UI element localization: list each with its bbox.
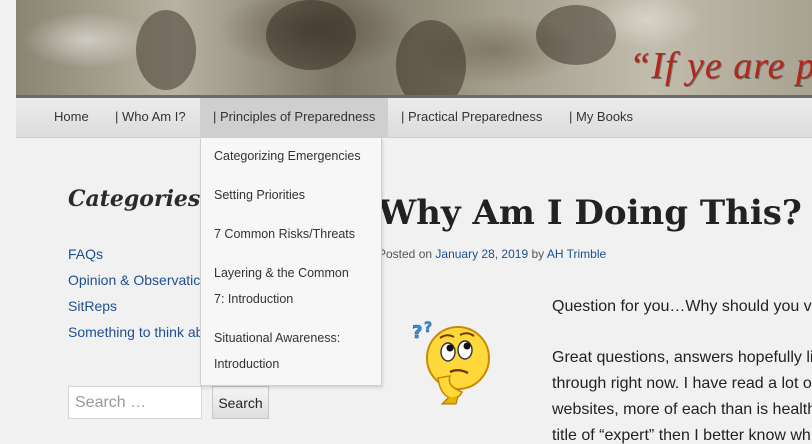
svg-text:?: ? bbox=[412, 322, 422, 343]
thinking-face-icon: ? ? bbox=[410, 316, 492, 406]
post-paragraph-2-line-2: through right now. I have read a lot o bbox=[552, 375, 812, 392]
category-link-something-to-think-about[interactable]: Something to think ab bbox=[68, 324, 200, 340]
nav-my-books[interactable]: | My Books bbox=[569, 98, 633, 138]
nav-principles-of-preparedness[interactable]: | Principles of Preparedness bbox=[200, 98, 388, 138]
dropdown-item-common-risks-threats[interactable]: 7 Common Risks/Threats bbox=[214, 221, 378, 247]
nav-home[interactable]: Home bbox=[54, 98, 89, 138]
principles-dropdown-menu: Categorizing Emergencies Setting Priorit… bbox=[200, 138, 382, 386]
search-input[interactable] bbox=[68, 386, 202, 419]
post-paragraph-1: Question for you…Why should you v bbox=[552, 298, 812, 315]
search-button[interactable]: Search bbox=[212, 386, 269, 419]
header-banner: “If ye are p bbox=[16, 0, 812, 98]
post-paragraph-2-line-3: websites, more of each than is health bbox=[552, 401, 812, 418]
post-title[interactable]: Why Am I Doing This? bbox=[378, 193, 802, 233]
dropdown-item-setting-priorities[interactable]: Setting Priorities bbox=[214, 182, 378, 208]
nav-practical-preparedness[interactable]: | Practical Preparedness bbox=[401, 98, 542, 138]
post-meta-by: by bbox=[531, 247, 545, 261]
post-meta-prefix: Posted on bbox=[378, 247, 433, 261]
category-link-opinion-observations[interactable]: Opinion & Observatic bbox=[68, 272, 200, 288]
dropdown-item-categorizing-emergencies[interactable]: Categorizing Emergencies bbox=[214, 143, 378, 169]
nav-who-am-i[interactable]: | Who Am I? bbox=[115, 98, 186, 138]
category-link-faqs[interactable]: FAQs bbox=[68, 246, 200, 262]
dropdown-item-layering-common-7[interactable]: Layering & the Common 7: Introduction bbox=[214, 260, 378, 312]
post-meta: Posted on January 28, 2019 by AH Trimble bbox=[378, 247, 606, 261]
post-paragraph-2-line-1: Great questions, answers hopefully li bbox=[552, 349, 812, 366]
dropdown-item-situational-awareness[interactable]: Situational Awareness: Introduction bbox=[214, 325, 378, 377]
post-paragraph-2-line-4: title of “expert” then I better know wh bbox=[552, 427, 811, 444]
post-date-link[interactable]: January 28, 2019 bbox=[435, 247, 528, 261]
svg-text:?: ? bbox=[424, 320, 432, 336]
categories-heading: Categories bbox=[68, 186, 201, 212]
category-link-sitreps[interactable]: SitReps bbox=[68, 298, 200, 314]
post-author-link[interactable]: AH Trimble bbox=[547, 247, 606, 261]
banner-quote: “If ye are p bbox=[629, 45, 812, 87]
main-nav: Home | Who Am I? | Principles of Prepare… bbox=[16, 98, 812, 138]
